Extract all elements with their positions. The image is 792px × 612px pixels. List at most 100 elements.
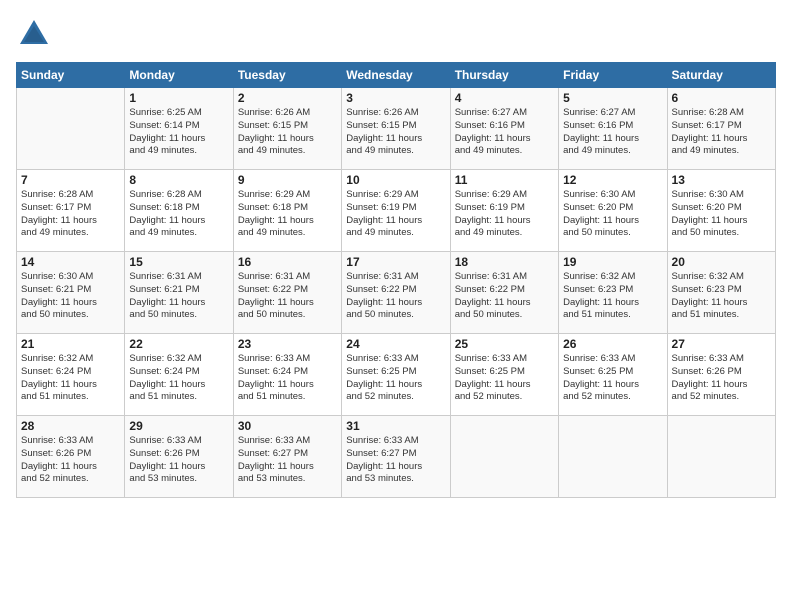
calendar-cell: 29 Sunrise: 6:33 AMSunset: 6:26 PMDayligh… bbox=[125, 416, 233, 498]
day-number: 9 bbox=[238, 173, 337, 187]
calendar-cell: 22 Sunrise: 6:32 AMSunset: 6:24 PMDayligh… bbox=[125, 334, 233, 416]
day-number: 24 bbox=[346, 337, 445, 351]
weekday-header-sunday: Sunday bbox=[17, 63, 125, 88]
day-number: 4 bbox=[455, 91, 554, 105]
day-number: 25 bbox=[455, 337, 554, 351]
day-number: 11 bbox=[455, 173, 554, 187]
day-info: Sunrise: 6:33 AMSunset: 6:26 PMDaylight:… bbox=[129, 435, 228, 486]
calendar-cell: 11 Sunrise: 6:29 AMSunset: 6:19 PMDayligh… bbox=[450, 170, 558, 252]
calendar-cell: 18Sunrise: 6:31 AMSunset: 6:22 PMDayligh… bbox=[450, 252, 558, 334]
calendar-cell: 3 Sunrise: 6:26 AMSunset: 6:15 PMDaylight… bbox=[342, 88, 450, 170]
calendar-cell: 7 Sunrise: 6:28 AMSunset: 6:17 PMDaylight… bbox=[17, 170, 125, 252]
day-info: Sunrise: 6:32 AMSunset: 6:24 PMDaylight:… bbox=[129, 353, 228, 404]
day-info: Sunrise: 6:25 AMSunset: 6:14 PMDaylight:… bbox=[129, 107, 228, 158]
day-number: 23 bbox=[238, 337, 337, 351]
calendar-week-row: 28 Sunrise: 6:33 AMSunset: 6:26 PMDayligh… bbox=[17, 416, 776, 498]
day-number: 19 bbox=[563, 255, 662, 269]
calendar-cell: 9Sunrise: 6:29 AMSunset: 6:18 PMDaylight… bbox=[233, 170, 341, 252]
calendar-cell: 2 Sunrise: 6:26 AMSunset: 6:15 PMDaylight… bbox=[233, 88, 341, 170]
day-number: 8 bbox=[129, 173, 228, 187]
day-number: 30 bbox=[238, 419, 337, 433]
calendar-week-row: 1 Sunrise: 6:25 AMSunset: 6:14 PMDaylight… bbox=[17, 88, 776, 170]
day-info: Sunrise: 6:29 AMSunset: 6:19 PMDaylight:… bbox=[346, 189, 445, 240]
day-info: Sunrise: 6:29 AMSunset: 6:19 PMDaylight:… bbox=[455, 189, 554, 240]
calendar-cell: 16Sunrise: 6:31 AMSunset: 6:22 PMDayligh… bbox=[233, 252, 341, 334]
day-number: 17 bbox=[346, 255, 445, 269]
page-container: SundayMondayTuesdayWednesdayThursdayFrid… bbox=[0, 0, 792, 506]
calendar-cell: 28 Sunrise: 6:33 AMSunset: 6:26 PMDayligh… bbox=[17, 416, 125, 498]
day-info: Sunrise: 6:33 AMSunset: 6:26 PMDaylight:… bbox=[672, 353, 771, 404]
calendar-cell: 12 Sunrise: 6:30 AMSunset: 6:20 PMDayligh… bbox=[559, 170, 667, 252]
day-number: 1 bbox=[129, 91, 228, 105]
day-info: Sunrise: 6:30 AMSunset: 6:20 PMDaylight:… bbox=[672, 189, 771, 240]
day-info: Sunrise: 6:33 AMSunset: 6:24 PMDaylight:… bbox=[238, 353, 337, 404]
day-info: Sunrise: 6:32 AMSunset: 6:24 PMDaylight:… bbox=[21, 353, 120, 404]
calendar-cell: 4Sunrise: 6:27 AMSunset: 6:16 PMDaylight… bbox=[450, 88, 558, 170]
calendar-cell: 8 Sunrise: 6:28 AMSunset: 6:18 PMDaylight… bbox=[125, 170, 233, 252]
calendar-cell: 25Sunrise: 6:33 AMSunset: 6:25 PMDayligh… bbox=[450, 334, 558, 416]
day-number: 12 bbox=[563, 173, 662, 187]
logo-icon bbox=[16, 16, 52, 52]
calendar-cell: 26Sunrise: 6:33 AMSunset: 6:25 PMDayligh… bbox=[559, 334, 667, 416]
calendar-week-row: 14 Sunrise: 6:30 AMSunset: 6:21 PMDayligh… bbox=[17, 252, 776, 334]
weekday-header-row: SundayMondayTuesdayWednesdayThursdayFrid… bbox=[17, 63, 776, 88]
day-number: 22 bbox=[129, 337, 228, 351]
weekday-header-monday: Monday bbox=[125, 63, 233, 88]
calendar-cell: 20 Sunrise: 6:32 AMSunset: 6:23 PMDayligh… bbox=[667, 252, 775, 334]
calendar-cell: 1 Sunrise: 6:25 AMSunset: 6:14 PMDaylight… bbox=[125, 88, 233, 170]
day-number: 29 bbox=[129, 419, 228, 433]
weekday-header-tuesday: Tuesday bbox=[233, 63, 341, 88]
day-info: Sunrise: 6:33 AMSunset: 6:26 PMDaylight:… bbox=[21, 435, 120, 486]
day-number: 20 bbox=[672, 255, 771, 269]
weekday-header-saturday: Saturday bbox=[667, 63, 775, 88]
calendar-cell: 21 Sunrise: 6:32 AMSunset: 6:24 PMDayligh… bbox=[17, 334, 125, 416]
day-info: Sunrise: 6:27 AMSunset: 6:16 PMDaylight:… bbox=[563, 107, 662, 158]
day-info: Sunrise: 6:32 AMSunset: 6:23 PMDaylight:… bbox=[672, 271, 771, 322]
calendar-cell bbox=[450, 416, 558, 498]
calendar-cell: 13 Sunrise: 6:30 AMSunset: 6:20 PMDayligh… bbox=[667, 170, 775, 252]
day-info: Sunrise: 6:28 AMSunset: 6:17 PMDaylight:… bbox=[21, 189, 120, 240]
day-number: 28 bbox=[21, 419, 120, 433]
day-number: 7 bbox=[21, 173, 120, 187]
calendar-table: SundayMondayTuesdayWednesdayThursdayFrid… bbox=[16, 62, 776, 498]
calendar-cell: 27 Sunrise: 6:33 AMSunset: 6:26 PMDayligh… bbox=[667, 334, 775, 416]
calendar-cell: 19 Sunrise: 6:32 AMSunset: 6:23 PMDayligh… bbox=[559, 252, 667, 334]
day-number: 3 bbox=[346, 91, 445, 105]
day-number: 14 bbox=[21, 255, 120, 269]
day-info: Sunrise: 6:26 AMSunset: 6:15 PMDaylight:… bbox=[238, 107, 337, 158]
calendar-cell bbox=[559, 416, 667, 498]
calendar-cell: 14 Sunrise: 6:30 AMSunset: 6:21 PMDayligh… bbox=[17, 252, 125, 334]
day-info: Sunrise: 6:28 AMSunset: 6:18 PMDaylight:… bbox=[129, 189, 228, 240]
day-number: 16 bbox=[238, 255, 337, 269]
header bbox=[16, 16, 776, 52]
day-info: Sunrise: 6:26 AMSunset: 6:15 PMDaylight:… bbox=[346, 107, 445, 158]
day-number: 15 bbox=[129, 255, 228, 269]
calendar-cell: 6 Sunrise: 6:28 AMSunset: 6:17 PMDaylight… bbox=[667, 88, 775, 170]
calendar-week-row: 7 Sunrise: 6:28 AMSunset: 6:17 PMDaylight… bbox=[17, 170, 776, 252]
day-info: Sunrise: 6:30 AMSunset: 6:21 PMDaylight:… bbox=[21, 271, 120, 322]
day-info: Sunrise: 6:28 AMSunset: 6:17 PMDaylight:… bbox=[672, 107, 771, 158]
day-info: Sunrise: 6:30 AMSunset: 6:20 PMDaylight:… bbox=[563, 189, 662, 240]
day-info: Sunrise: 6:31 AMSunset: 6:22 PMDaylight:… bbox=[346, 271, 445, 322]
day-number: 26 bbox=[563, 337, 662, 351]
day-number: 5 bbox=[563, 91, 662, 105]
day-info: Sunrise: 6:33 AMSunset: 6:27 PMDaylight:… bbox=[346, 435, 445, 486]
day-number: 13 bbox=[672, 173, 771, 187]
day-info: Sunrise: 6:32 AMSunset: 6:23 PMDaylight:… bbox=[563, 271, 662, 322]
weekday-header-wednesday: Wednesday bbox=[342, 63, 450, 88]
calendar-cell bbox=[17, 88, 125, 170]
day-number: 2 bbox=[238, 91, 337, 105]
calendar-cell: 10Sunrise: 6:29 AMSunset: 6:19 PMDayligh… bbox=[342, 170, 450, 252]
day-number: 31 bbox=[346, 419, 445, 433]
calendar-cell: 5 Sunrise: 6:27 AMSunset: 6:16 PMDaylight… bbox=[559, 88, 667, 170]
day-number: 6 bbox=[672, 91, 771, 105]
calendar-cell: 15Sunrise: 6:31 AMSunset: 6:21 PMDayligh… bbox=[125, 252, 233, 334]
calendar-cell: 23 Sunrise: 6:33 AMSunset: 6:24 PMDayligh… bbox=[233, 334, 341, 416]
day-info: Sunrise: 6:31 AMSunset: 6:22 PMDaylight:… bbox=[455, 271, 554, 322]
day-number: 27 bbox=[672, 337, 771, 351]
day-number: 21 bbox=[21, 337, 120, 351]
calendar-cell: 24 Sunrise: 6:33 AMSunset: 6:25 PMDayligh… bbox=[342, 334, 450, 416]
day-info: Sunrise: 6:33 AMSunset: 6:25 PMDaylight:… bbox=[346, 353, 445, 404]
logo bbox=[16, 16, 56, 52]
calendar-cell: 30Sunrise: 6:33 AMSunset: 6:27 PMDayligh… bbox=[233, 416, 341, 498]
